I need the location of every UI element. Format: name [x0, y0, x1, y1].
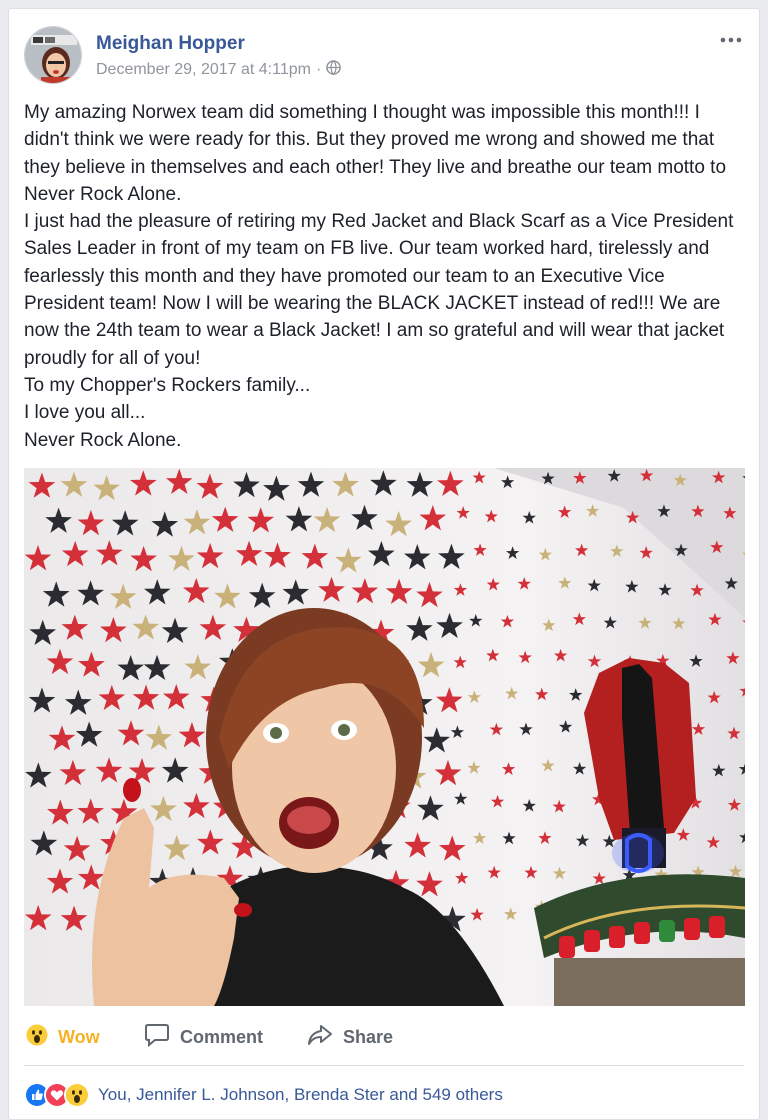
comment-label: Comment — [180, 1026, 264, 1047]
more-options-icon[interactable] — [718, 30, 744, 50]
post-paragraph: To my Chopper's Rockers family... — [24, 374, 311, 396]
post-timestamp[interactable]: December 29, 2017 at 4:11pm — [96, 61, 311, 79]
action-bar: Wow Comment Share — [9, 1017, 759, 1057]
reactions-summary[interactable]: You, Jennifer L. Johnson, Brenda Ster an… — [24, 1081, 503, 1109]
wow-icon — [64, 1082, 90, 1108]
author-name[interactable]: Meighan Hopper — [96, 33, 245, 55]
post-paragraph: I just had the pleasure of retiring my R… — [24, 211, 734, 369]
post-header: Meighan Hopper December 29, 2017 at 4:11… — [24, 26, 744, 86]
share-label: Share — [343, 1026, 394, 1047]
post-card: Meighan Hopper December 29, 2017 at 4:11… — [8, 8, 760, 1120]
divider — [24, 1065, 744, 1066]
share-button[interactable]: Share — [307, 1024, 393, 1051]
wow-icon — [26, 1024, 48, 1051]
comment-button[interactable]: Comment — [144, 1023, 263, 1052]
post-paragraph: I love you all... — [24, 402, 146, 424]
reaction-icons — [24, 1082, 90, 1108]
post-paragraph: Never Rock Alone. — [24, 429, 182, 451]
meta-separator: · — [315, 61, 322, 78]
wow-label: Wow — [58, 1026, 100, 1047]
avatar[interactable] — [24, 26, 82, 84]
share-icon — [307, 1024, 333, 1051]
post-meta: December 29, 2017 at 4:11pm · — [96, 60, 342, 80]
reactors-list[interactable]: You, Jennifer L. Johnson, Brenda Ster an… — [98, 1085, 503, 1105]
wow-reaction-button[interactable]: Wow — [26, 1024, 100, 1051]
post-text: My amazing Norwex team did something I t… — [24, 99, 744, 454]
post-photo[interactable] — [24, 468, 745, 1006]
post-paragraph: My amazing Norwex team did something I t… — [24, 102, 727, 205]
comment-icon — [144, 1023, 170, 1052]
globe-icon[interactable] — [326, 60, 342, 80]
